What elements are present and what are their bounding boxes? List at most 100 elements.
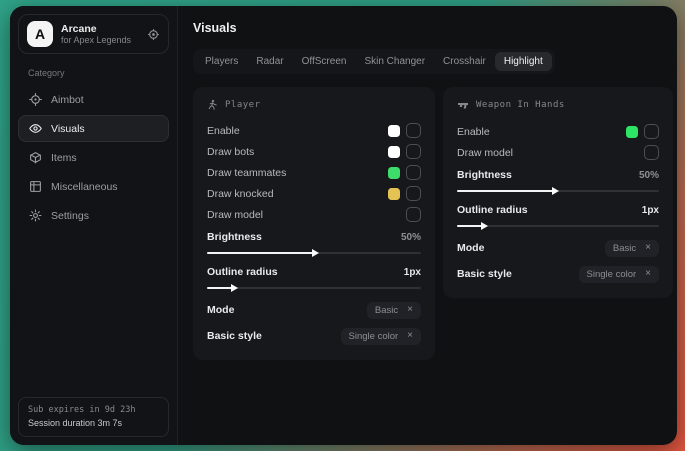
slider-label: Outline radius [207,266,278,278]
eye-icon [29,122,42,135]
select-label: Mode [457,242,484,254]
target-icon[interactable] [147,28,160,41]
sidebar-item-label: Aimbot [51,94,84,106]
checkbox[interactable] [406,123,421,138]
slider-row: Brightness50% [457,167,659,197]
slider-header: Brightness50% [457,167,659,183]
toggle-row: Enable [207,120,421,141]
selected-option-tag[interactable]: Basic× [367,302,421,319]
select-label: Mode [207,304,234,316]
toggle-label: Enable [457,126,490,138]
select-row: Mode Basic × [457,238,659,258]
selected-option-value: Basic [613,243,636,254]
grid-icon [29,180,42,193]
sidebar-item-miscellaneous[interactable]: Miscellaneous [18,173,169,200]
sidebar-item-visuals[interactable]: Visuals [18,115,169,142]
checkbox[interactable] [644,145,659,160]
sub-expiry-text: Sub expires in 9d 23h [28,404,159,417]
toggle-controls [388,144,421,159]
slider-fill [207,252,314,254]
slider-row: Brightness50% [207,229,421,259]
sidebar-item-settings[interactable]: Settings [18,202,169,229]
toggle-controls [644,145,659,160]
slider-track[interactable] [207,282,421,294]
slider-track[interactable] [457,185,659,197]
tab-offscreen[interactable]: OffScreen [293,52,356,71]
slider-fill [207,287,233,289]
checkbox[interactable] [406,144,421,159]
gun-icon [457,99,469,111]
toggle-controls [406,207,421,222]
session-duration-text: Session duration 3m 7s [28,417,159,430]
tab-skin-changer[interactable]: Skin Changer [355,52,434,71]
close-icon[interactable]: × [407,331,413,341]
slider-header: Outline radius1px [457,202,659,218]
color-swatch[interactable] [626,126,638,138]
select-label: Basic style [207,330,262,342]
app-logo: A [27,21,53,47]
tab-radar[interactable]: Radar [247,52,292,71]
toggle-row: Draw bots [207,141,421,162]
slider-fill [457,225,483,227]
panel-weapon-in-hands: Weapon In HandsEnableDraw modelBrightnes… [443,87,673,298]
select-row: Basic style Single color× [207,326,421,346]
app-title: Arcane [61,23,139,35]
slider-value: 50% [639,170,659,181]
app-header: A Arcane for Apex Legends [18,14,169,54]
tab-highlight[interactable]: Highlight [495,52,552,71]
color-swatch[interactable] [388,167,400,179]
selected-option-tag[interactable]: Basic × [605,240,659,257]
sidebar-item-aimbot[interactable]: Aimbot [18,86,169,113]
selected-option-tag[interactable]: Single color× [341,328,421,345]
checkbox[interactable] [644,124,659,139]
sidebar-item-label: Settings [51,210,89,222]
slider-thumb[interactable] [481,222,488,230]
slider-row: Outline radius1px [207,264,421,294]
tab-bar: PlayersRadarOffScreenSkin ChangerCrossha… [193,49,555,74]
panel-title: Weapon In Hands [476,100,565,110]
page-title: Visuals [193,21,673,35]
sidebar-nav: Aimbot Visuals Items Miscellaneous Settings [18,86,169,229]
select-row: Basic styleSingle color× [457,264,659,284]
checkbox[interactable] [406,207,421,222]
slider-track[interactable] [457,220,659,232]
checkbox[interactable] [406,186,421,201]
category-label: Category [28,68,169,78]
slider-track[interactable] [207,247,421,259]
tab-players[interactable]: Players [196,52,247,71]
slider-thumb[interactable] [552,187,559,195]
toggle-row: Draw teammates [207,162,421,183]
panel-title: Player [225,100,261,110]
panels-container: Player Enable Draw botsDraw teammates Draw … [193,87,673,360]
sidebar: A Arcane for Apex Legends Category Aimbo… [10,6,178,445]
color-swatch[interactable] [388,125,400,137]
crosshair-icon [29,93,42,106]
sidebar-item-label: Visuals [51,123,85,135]
selected-option-tag[interactable]: Single color× [579,266,659,283]
color-swatch[interactable] [388,146,400,158]
close-icon[interactable]: × [645,269,651,279]
toggle-controls [388,165,421,180]
slider-thumb[interactable] [231,284,238,292]
slider-thumb[interactable] [312,249,319,257]
slider-label: Outline radius [457,204,528,216]
select-row: Mode Basic× [207,300,421,320]
toggle-label: Draw knocked [207,188,274,200]
slider-label: Brightness [207,231,262,243]
panel-header: Weapon In Hands [457,99,659,111]
color-swatch[interactable] [388,188,400,200]
main-content: Visuals PlayersRadarOffScreenSkin Change… [178,6,677,445]
slider-fill [457,190,554,192]
sidebar-item-items[interactable]: Items [18,144,169,171]
checkbox[interactable] [406,165,421,180]
slider-row: Outline radius1px [457,202,659,232]
tab-crosshair[interactable]: Crosshair [434,52,495,71]
slider-header: Outline radius1px [207,264,421,280]
close-icon[interactable]: × [407,305,413,315]
toggle-row: Draw knocked [207,183,421,204]
sidebar-item-label: Items [51,152,77,164]
toggle-label: Enable [207,125,240,137]
subscription-box: Sub expires in 9d 23h Session duration 3… [18,397,169,437]
close-icon[interactable]: × [645,243,651,253]
app-window: A Arcane for Apex Legends Category Aimbo… [10,6,677,445]
